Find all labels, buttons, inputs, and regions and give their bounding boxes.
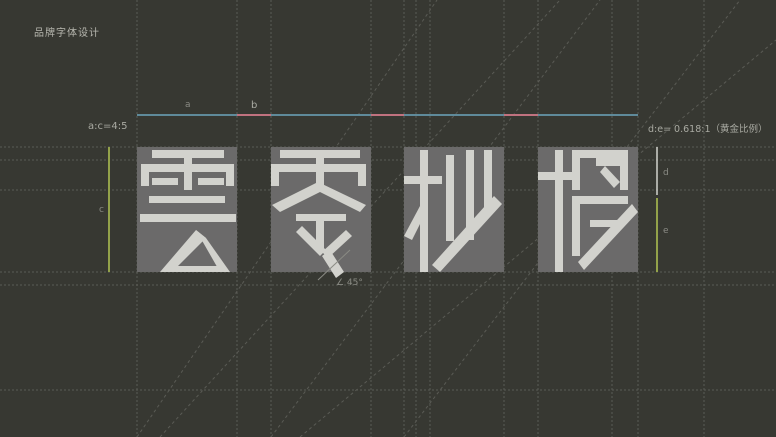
- font-design-canvas: 品牌字体设计 a b a:c=4:5 d:e= 0.618:1（黄金比例） c …: [0, 0, 776, 437]
- measure-label-b: b: [251, 100, 258, 111]
- design-grid-svg: [0, 0, 776, 437]
- measure-label-a: a: [185, 100, 191, 110]
- horizontal-guides: [0, 146, 776, 391]
- ratio-de-label: d:e= 0.618:1（黄金比例）: [648, 124, 768, 135]
- ratio-ac-label: a:c=4:5: [88, 121, 128, 132]
- measure-label-e: e: [663, 226, 669, 236]
- angle-label: ∠ 45°: [336, 278, 363, 288]
- measure-label-c: c: [99, 205, 104, 215]
- measure-label-d: d: [663, 168, 669, 178]
